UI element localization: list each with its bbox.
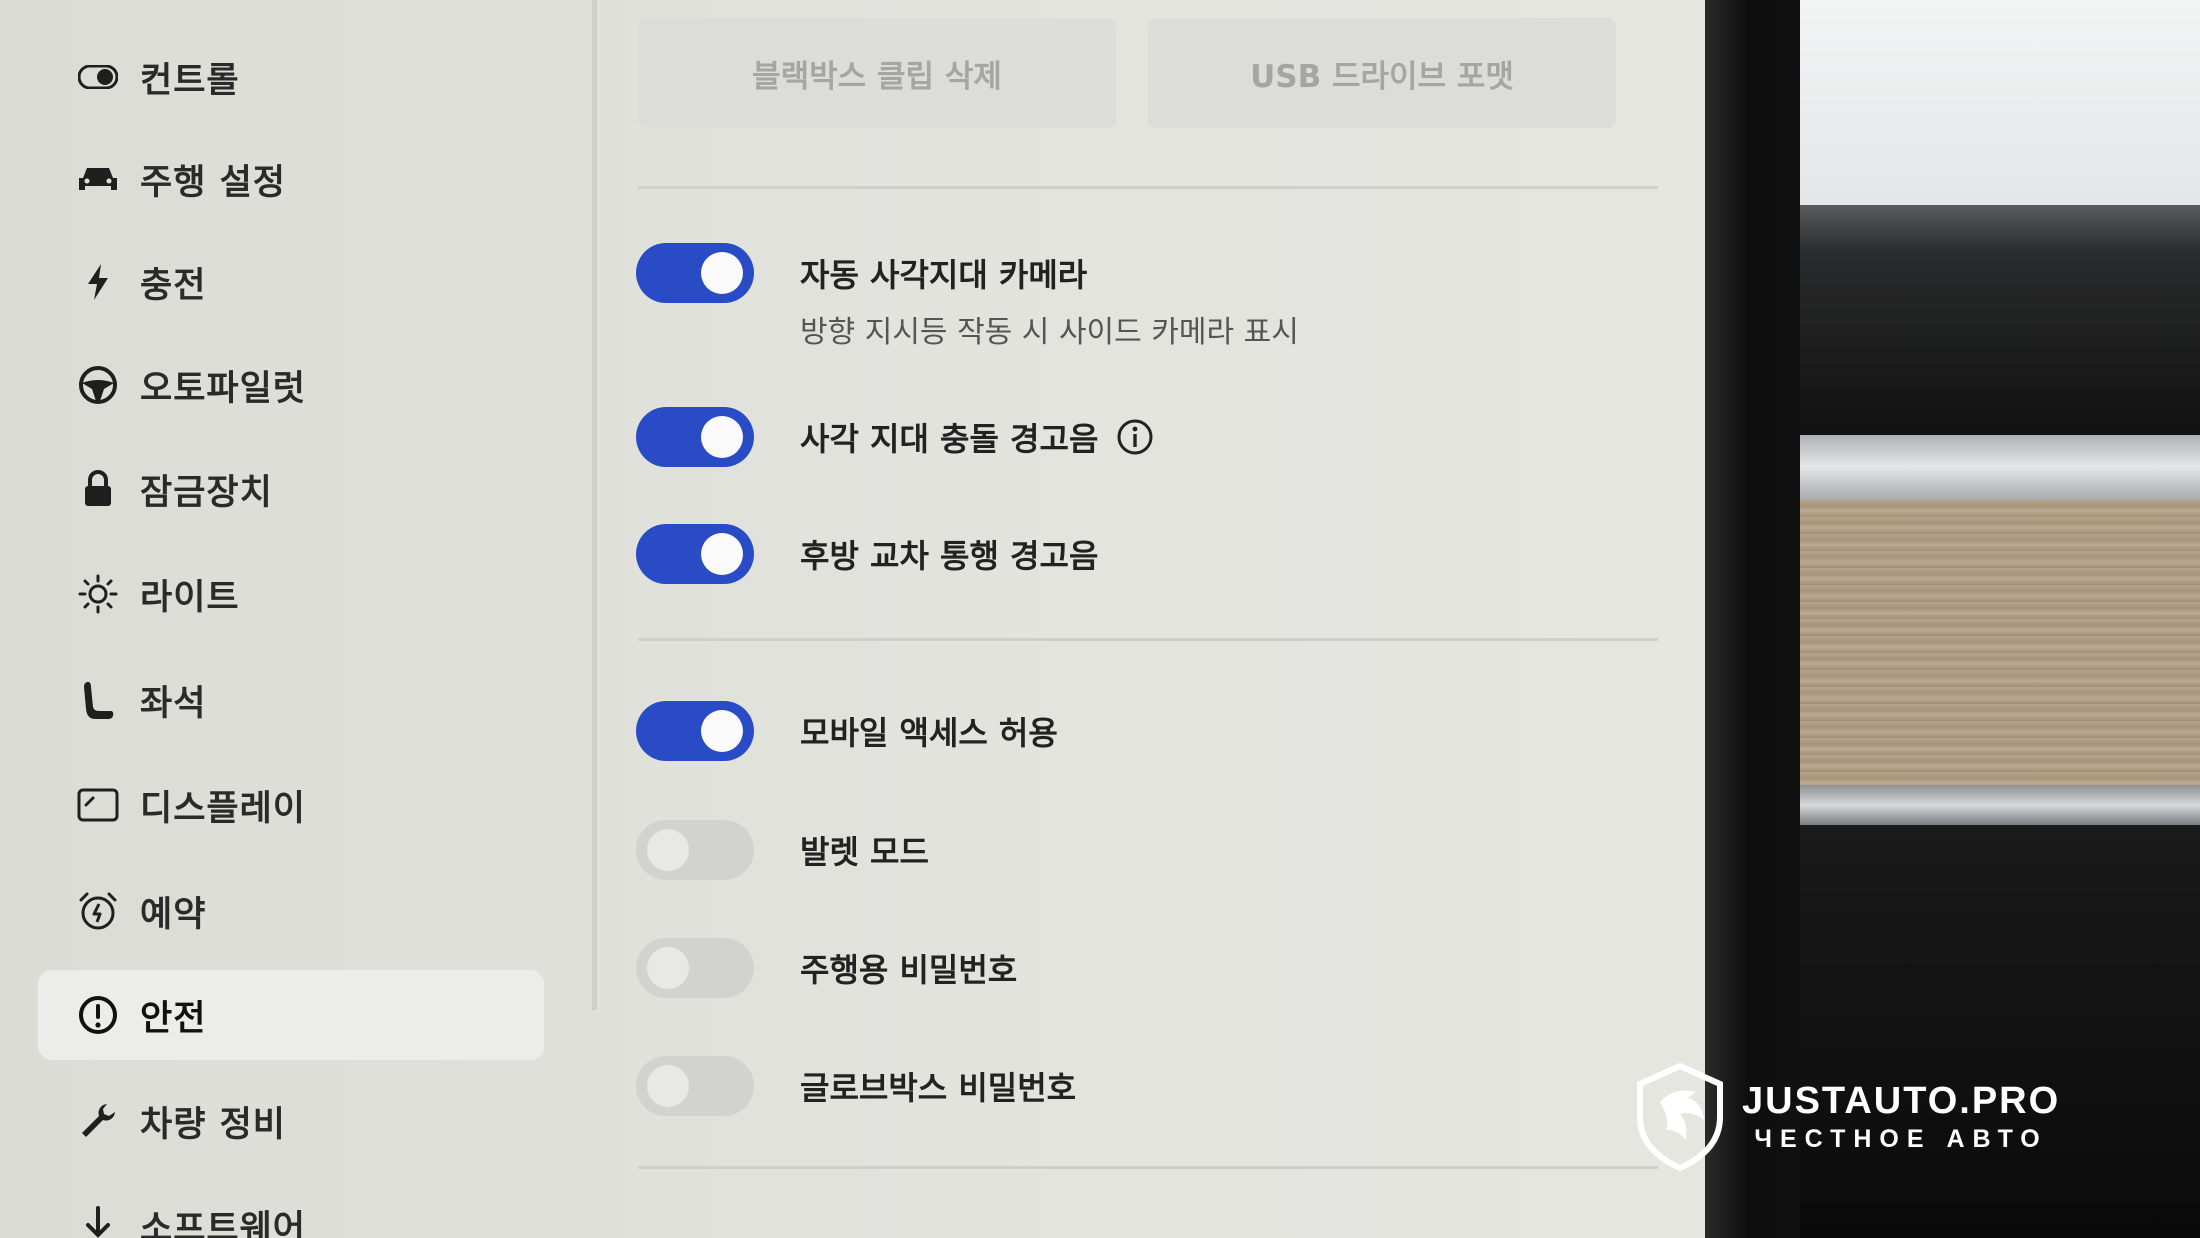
toggle-knob [647,829,689,871]
sidebar-item-label: 디스플레이 [140,788,307,829]
pin-to-drive-toggle[interactable] [636,938,754,998]
sidebar-item-label: 오토파일럿 [140,368,307,409]
sidebar-item-seats[interactable]: 좌석 [38,655,544,745]
rear-cross-traffic-toggle[interactable] [636,524,754,584]
setting-title: 발렛 모드 [800,833,929,871]
display-icon [68,788,128,822]
seat-icon [68,679,128,721]
sidebar-item-autopilot[interactable]: 오토파일럿 [38,340,544,430]
sidebar-item-service[interactable]: 차량 정비 [38,1076,544,1166]
sidebar-item-label: 소프트웨어 [140,1208,307,1238]
sidebar-item-locks[interactable]: 잠금장치 [38,444,544,534]
sidebar-item-charging[interactable]: 충전 [38,237,544,327]
sidebar-item-label: 잠금장치 [140,472,273,513]
toggle-knob [647,1065,689,1107]
sidebar-item-label: 주행 설정 [140,162,286,203]
sidebar-item-label: 충전 [140,265,207,306]
alarm-clock-icon [68,890,128,932]
info-icon[interactable] [1116,418,1154,456]
sidebar-item-label: 라이트 [140,577,240,618]
setting-row-pin-to-drive: 주행용 비밀번호 [636,938,1017,998]
lock-icon [68,470,128,508]
sidebar-item-label: 좌석 [140,683,207,724]
sidebar-item-software[interactable]: 소프트웨어 [38,1180,544,1238]
format-usb-button[interactable]: USB 드라이브 포맷 [1148,18,1616,128]
delete-dashcam-clips-button[interactable]: 블랙박스 클립 삭제 [638,18,1116,128]
glovebox-pin-toggle[interactable] [636,1056,754,1116]
blindspot-warning-toggle[interactable] [636,407,754,467]
sidebar-item-display[interactable]: 디스플레이 [38,760,544,850]
setting-subtitle: 방향 지시등 작동 시 사이드 카메라 표시 [800,315,1299,350]
sidebar-item-label: 컨트롤 [140,60,240,101]
valet-mode-toggle[interactable] [636,820,754,880]
toggle-knob [647,947,689,989]
toggle-knob [701,533,743,575]
sidebar-item-lights[interactable]: 라이트 [38,549,544,639]
sidebar-item-controls[interactable]: 컨트롤 [38,32,544,122]
toggle-knob [701,252,743,294]
screen-bezel [1705,0,1815,1238]
setting-title: 후방 교차 통행 경고음 [800,537,1099,575]
setting-row-valet-mode: 발렛 모드 [636,820,929,880]
watermark-tagline: ЧЕСТНОЕ АВТО [1754,1125,2048,1153]
car-interior-background [1800,0,2200,1238]
setting-row-mobile-access: 모바일 액세스 허용 [636,701,1058,761]
sidebar-item-label: 예약 [140,894,207,935]
setting-title: 모바일 액세스 허용 [800,714,1058,752]
sidebar-divider [592,0,597,1010]
section-divider [638,1166,1658,1169]
mobile-access-toggle[interactable] [636,701,754,761]
steering-wheel-icon [68,365,128,405]
toggle-icon [68,65,128,89]
lightning-icon [68,263,128,301]
safety-settings-panel: 블랙박스 클립 삭제 USB 드라이브 포맷 자동 사각지대 카메라 방향 지시… [600,0,1705,1238]
shield-logo-icon [1637,1062,1723,1172]
setting-title: 주행용 비밀번호 [800,951,1018,989]
sidebar-item-schedule[interactable]: 예약 [38,866,544,956]
settings-sidebar: 컨트롤 주행 설정 충전 오토파일럿 잠금장치 라이트 좌석 디스플레이 예약 … [0,0,590,1238]
setting-title: 글로브박스 비밀번호 [800,1069,1077,1107]
setting-row-blindspot-camera: 자동 사각지대 카메라 방향 지시등 작동 시 사이드 카메라 표시 [636,243,1299,351]
setting-title: 사각 지대 충돌 경고음 [800,420,1099,458]
sun-icon [68,574,128,614]
toggle-knob [701,416,743,458]
watermark-brand: JUSTAUTO.PRO [1742,1080,2061,1122]
blindspot-camera-toggle[interactable] [636,243,754,303]
toggle-knob [701,710,743,752]
download-icon [68,1206,128,1238]
sidebar-item-driving[interactable]: 주행 설정 [38,134,544,224]
sidebar-item-label: 안전 [140,998,207,1039]
alert-circle-icon [68,995,128,1035]
setting-title: 자동 사각지대 카메라 [800,256,1088,294]
section-divider [638,638,1658,641]
setting-row-blindspot-warning: 사각 지대 충돌 경고음 [636,407,1154,467]
setting-row-glovebox-pin: 글로브박스 비밀번호 [636,1056,1076,1116]
touchscreen: 컨트롤 주행 설정 충전 오토파일럿 잠금장치 라이트 좌석 디스플레이 예약 … [0,0,1705,1238]
car-icon [68,164,128,194]
setting-row-rear-cross-traffic: 후방 교차 통행 경고음 [636,524,1098,584]
section-divider [638,186,1658,189]
sidebar-item-safety[interactable]: 안전 [38,970,544,1060]
sidebar-item-label: 차량 정비 [140,1104,286,1145]
watermark: JUSTAUTO.PRO ЧЕСТНОЕ АВТО [1630,1062,2190,1172]
wrench-icon [68,1102,128,1140]
